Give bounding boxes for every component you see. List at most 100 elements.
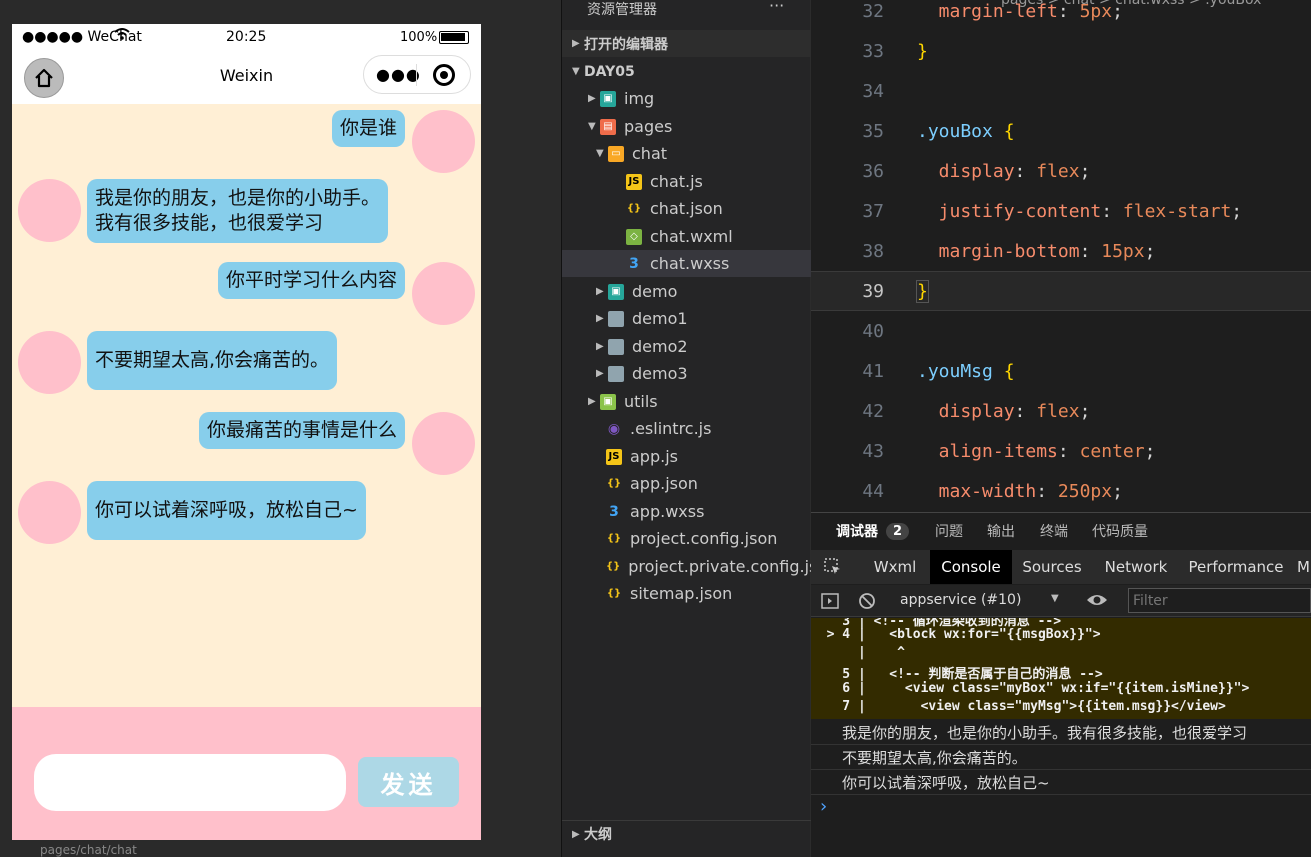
code-text: align-items: center; <box>917 440 1156 462</box>
error-line: | ^ <box>811 645 905 660</box>
tree-item-demo[interactable]: ▶ ▣ demo <box>562 278 811 305</box>
tab-code-quality[interactable]: 代码质量 <box>1092 513 1148 549</box>
close-capsule-icon[interactable] <box>433 64 455 86</box>
code-line: 36 display: flex; <box>811 151 1311 191</box>
tree-item-sitemap[interactable]: {} sitemap.json <box>562 580 811 607</box>
code-token: 250px <box>1057 480 1113 502</box>
code-line: 39} <box>811 271 1311 311</box>
tree-item-app-js[interactable]: JS app.js <box>562 443 811 470</box>
tree-label: utils <box>624 392 658 411</box>
tree-label: chat.js <box>650 172 703 191</box>
tree-label: app.json <box>630 474 698 493</box>
tab-issues[interactable]: 问题 <box>935 513 963 549</box>
line-number: 35 <box>862 120 884 142</box>
code-token: display <box>917 160 1015 182</box>
code-token: : <box>1014 400 1037 422</box>
tab-sources[interactable]: Sources <box>1016 550 1088 584</box>
my-avatar <box>412 262 475 325</box>
eye-icon[interactable] <box>1086 592 1108 612</box>
tree-item-chat-js[interactable]: JS chat.js <box>562 168 811 195</box>
tree-item-demo2[interactable]: ▶ demo2 <box>562 333 811 360</box>
open-editors-section[interactable]: ▶ 打开的编辑器 <box>562 30 811 57</box>
line-number: 34 <box>862 80 884 102</box>
phone-screen: ●●●●● WeChat 20:25 100% Weixin ●●● 你是谁 我… <box>12 24 481 840</box>
tab-output[interactable]: 输出 <box>987 513 1015 549</box>
tree-item-utils[interactable]: ▶ ▣ utils <box>562 388 811 415</box>
image-folder-icon: ▣ <box>600 90 616 107</box>
capsule-menu: ●●● <box>363 55 471 94</box>
error-line: > 4 | <block wx:for="{{msgBox}}"> <box>811 627 1101 642</box>
tree-item-project-config[interactable]: {} project.config.json <box>562 525 811 552</box>
wifi-icon <box>114 27 130 45</box>
clear-console-icon[interactable] <box>858 592 876 614</box>
tree-item-pages[interactable]: ▼ ▤ pages <box>562 113 811 140</box>
code-token: margin-left <box>917 0 1058 22</box>
sidebar-toggle-icon[interactable] <box>821 592 839 614</box>
send-button[interactable]: 发送 <box>358 757 459 807</box>
code-token: : <box>1079 240 1102 262</box>
line-number: 32 <box>862 0 884 22</box>
chat-input[interactable] <box>34 754 346 811</box>
tree-item-app-json[interactable]: {} app.json <box>562 470 811 497</box>
tab-debugger[interactable]: 调试器 2 <box>836 513 910 549</box>
inspect-element-icon[interactable] <box>811 550 855 584</box>
code-token: : <box>1101 200 1123 222</box>
bot-message-line: 我是你的朋友，也是你的小助手。 <box>95 187 381 209</box>
context-select[interactable]: appservice (#10) <box>900 592 1021 608</box>
tree-item-chat-wxss[interactable]: 3 chat.wxss <box>562 250 811 277</box>
outline-section[interactable]: ▶ 大纲 <box>562 820 811 847</box>
input-bar: 发送 <box>12 707 481 840</box>
tree-item-demo1[interactable]: ▶ demo1 <box>562 305 811 332</box>
folder-icon <box>608 338 624 355</box>
pages-folder-icon: ▤ <box>600 118 616 135</box>
tree-item-project-private-config[interactable]: {} project.private.config.js... <box>562 553 833 580</box>
tab-network[interactable]: Network <box>1094 550 1178 584</box>
line-number: 36 <box>862 160 884 182</box>
tree-item-eslintrc[interactable]: ◉ .eslintrc.js <box>562 415 811 442</box>
code-token: : <box>1036 480 1058 502</box>
code-token: : <box>1057 0 1080 22</box>
code-token: 5px <box>1079 0 1113 22</box>
code-text: justify-content: flex-start; <box>917 201 1242 222</box>
code-text: margin-left: 5px; <box>917 1 1123 22</box>
code-editor[interactable]: pages > chat > chat.wxss > .youBox 32 ma… <box>811 0 1311 512</box>
line-number: 43 <box>862 440 884 462</box>
error-code-frame: 3 | <!-- 循环渲染收到的消息 --> > 4 | <block wx:f… <box>811 618 1311 719</box>
tab-console[interactable]: Console <box>930 550 1012 584</box>
console-prompt[interactable]: › <box>820 796 827 817</box>
tab-performance[interactable]: Performance <box>1183 550 1289 584</box>
tab-wxml[interactable]: Wxml <box>863 550 927 584</box>
css-file-icon: 3 <box>629 255 639 272</box>
code-token: display <box>917 400 1015 422</box>
code-token: ; <box>1079 160 1091 182</box>
more-icon[interactable]: ●●● <box>376 65 421 84</box>
js-file-icon: JS <box>626 173 642 190</box>
project-section[interactable]: ▼ DAY05 <box>562 58 811 85</box>
folder-icon <box>608 365 624 382</box>
outline-label: 大纲 <box>584 827 612 843</box>
code-token: } <box>917 40 928 62</box>
tree-label: pages <box>624 117 673 136</box>
tab-terminal[interactable]: 终端 <box>1040 513 1068 549</box>
tree-item-img[interactable]: ▶ ▣ img <box>562 85 811 112</box>
tree-item-chat[interactable]: ▼ ▭ chat <box>562 140 811 167</box>
code-token: center <box>1079 440 1145 462</box>
console-filter-input[interactable] <box>1128 588 1311 613</box>
tab-more[interactable]: M <box>1297 550 1311 584</box>
code-token: 15px <box>1101 240 1145 262</box>
chevron-down-icon[interactable]: ▼ <box>1051 593 1059 604</box>
more-actions-icon[interactable]: ··· <box>769 0 784 15</box>
tree-label: img <box>624 89 655 108</box>
tree-label: chat.wxss <box>650 254 730 273</box>
bot-avatar <box>18 481 81 544</box>
code-token: { <box>1003 120 1015 142</box>
tree-item-chat-json[interactable]: {} chat.json <box>562 195 811 222</box>
tree-item-chat-wxml[interactable]: ◇ chat.wxml <box>562 223 811 250</box>
line-number: 38 <box>862 240 884 262</box>
code-token: flex <box>1036 400 1080 422</box>
code-token: align-items <box>917 440 1058 462</box>
bot-avatar <box>18 331 81 394</box>
tree-item-app-wxss[interactable]: 3 app.wxss <box>562 498 811 525</box>
tree-item-demo3[interactable]: ▶ demo3 <box>562 360 811 387</box>
